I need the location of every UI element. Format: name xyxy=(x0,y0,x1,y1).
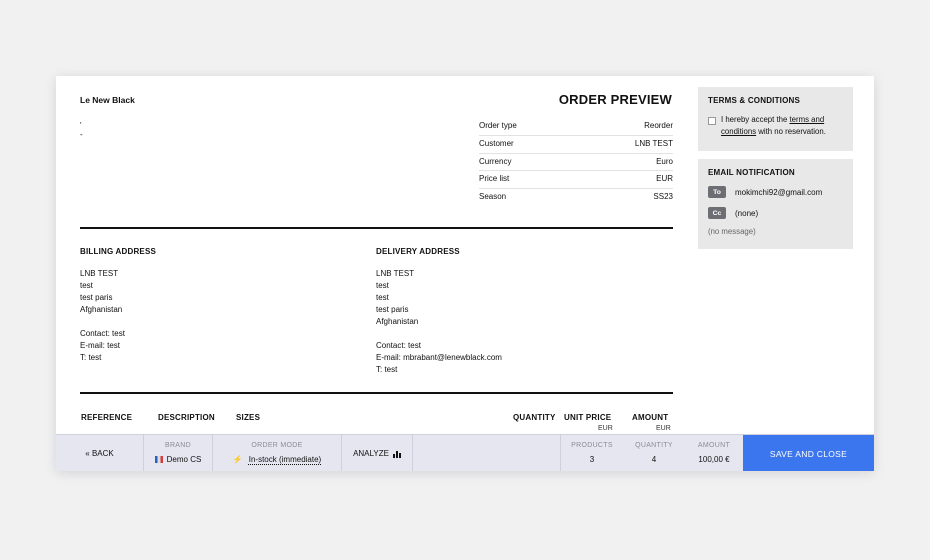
billing-address-heading: BILLING ADDRESS xyxy=(80,247,157,256)
toolbar-spacer xyxy=(413,435,561,471)
email-title: EMAIL NOTIFICATION xyxy=(708,168,795,177)
billing-contact: Contact: test xyxy=(80,329,125,338)
products-value: 3 xyxy=(589,455,595,464)
meta-row-season: Season SS23 xyxy=(479,189,673,206)
delivery-address-heading: DELIVERY ADDRESS xyxy=(376,247,460,256)
email-cc-value: (none) xyxy=(735,208,759,218)
bottom-toolbar: « BACK BRAND Demo CS ORDER MODE ⚡ In-stoc… xyxy=(56,434,874,471)
brand-label: BRAND xyxy=(164,442,191,449)
cc-tag: Cc xyxy=(708,207,726,219)
billing-phone: T: test xyxy=(80,353,102,362)
order-mode-label: ORDER MODE xyxy=(251,442,303,449)
brand-value-wrap: Demo CS xyxy=(144,455,212,464)
checkbox-icon[interactable] xyxy=(708,117,716,125)
meta-value: Euro xyxy=(656,156,673,166)
column-header-amount: AMOUNT xyxy=(632,413,669,422)
meta-row-currency: Currency Euro xyxy=(479,154,673,172)
meta-row-price-list: Price list EUR xyxy=(479,171,673,190)
section-divider xyxy=(80,392,673,394)
column-header-quantity: QUANTITY xyxy=(513,413,556,422)
meta-label: Order type xyxy=(479,121,517,130)
column-header-sizes: SIZES xyxy=(236,413,261,422)
email-message[interactable]: (no message) xyxy=(708,227,756,236)
order-mode-value-wrap: ⚡ In-stock (immediate) xyxy=(213,455,341,464)
meta-value: EUR xyxy=(656,174,673,184)
analyze-label: ANALYZE xyxy=(353,449,389,458)
terms-text: I hereby accept the terms and conditions… xyxy=(721,114,843,137)
billing-line: LNB TEST xyxy=(80,269,119,278)
column-header-reference: REFERENCE xyxy=(81,413,133,422)
billing-line: Afghanistan xyxy=(80,305,123,314)
products-count: PRODUCTS 3 xyxy=(561,435,623,471)
company-address-line: - xyxy=(80,130,83,139)
delivery-line: test xyxy=(376,281,389,290)
lightning-bolt-icon: ⚡ xyxy=(232,455,243,464)
billing-address: BILLING ADDRESS LNB TEST test test paris… xyxy=(80,246,156,364)
terms-acceptance: I hereby accept the terms and conditions… xyxy=(708,114,843,137)
back-button[interactable]: « BACK xyxy=(56,435,144,471)
quantity-value: 4 xyxy=(651,455,657,464)
terms-title: TERMS & CONDITIONS xyxy=(708,96,801,105)
meta-label: Season xyxy=(479,192,507,202)
email-to-value: mokimchi92@gmail.com xyxy=(735,187,823,197)
company-address: ' - xyxy=(80,121,83,139)
delivery-line: test paris xyxy=(376,305,409,314)
billing-email: E-mail: test xyxy=(80,341,121,350)
save-and-close-button[interactable]: SAVE AND CLOSE xyxy=(743,435,874,471)
amount-label: AMOUNT xyxy=(697,442,731,449)
email-cc-row[interactable]: Cc (none) xyxy=(708,207,758,219)
company-address-line: ' xyxy=(80,121,82,130)
order-meta-table: Order type Reorder Customer LNB TEST Cur… xyxy=(479,118,673,206)
column-header-description: DESCRIPTION xyxy=(158,413,215,422)
meta-row-customer: Customer LNB TEST xyxy=(479,136,673,154)
email-to-row[interactable]: To mokimchi92@gmail.com xyxy=(708,186,822,198)
order-document: Le New Black ' - ORDER PREVIEW Order typ… xyxy=(56,76,696,434)
french-flag-icon xyxy=(154,456,163,464)
amount-value: 100,00 € xyxy=(698,455,730,464)
bar-chart-icon xyxy=(392,450,401,458)
terms-panel: TERMS & CONDITIONS I hereby accept the t… xyxy=(698,87,853,151)
delivery-line: LNB TEST xyxy=(376,269,415,278)
products-label: PRODUCTS xyxy=(571,442,613,449)
section-divider xyxy=(80,227,673,229)
delivery-email: E-mail: mbrabant@lenewblack.com xyxy=(376,353,502,362)
brand-value: Demo CS xyxy=(166,455,202,464)
column-header-unit-price: UNIT PRICE xyxy=(564,413,612,422)
delivery-line: test xyxy=(376,293,389,302)
quantity-label: QUANTITY xyxy=(635,442,673,449)
meta-value: SS23 xyxy=(653,192,673,202)
meta-label: Customer xyxy=(479,138,514,148)
delivery-line: Afghanistan xyxy=(376,317,419,326)
analyze-button[interactable]: ANALYZE xyxy=(342,435,413,471)
meta-label: Currency xyxy=(479,156,512,166)
meta-value: LNB TEST xyxy=(634,138,673,148)
meta-label: Price list xyxy=(479,174,510,184)
amount-total: AMOUNT 100,00 € xyxy=(685,435,743,471)
to-tag: To xyxy=(708,186,726,198)
email-notification-panel: EMAIL NOTIFICATION To mokimchi92@gmail.c… xyxy=(698,159,853,249)
delivery-contact: Contact: test xyxy=(376,341,421,350)
delivery-address: DELIVERY ADDRESS LNB TEST test test test… xyxy=(376,246,502,376)
brand-selector[interactable]: BRAND Demo CS xyxy=(144,435,213,471)
unit-price-currency: EUR xyxy=(598,425,613,432)
meta-row-order-type: Order type Reorder xyxy=(479,118,673,136)
amount-currency: EUR xyxy=(656,425,671,432)
brand-name: Le New Black xyxy=(80,95,135,105)
order-mode-value: In-stock (immediate) xyxy=(248,455,322,464)
quantity-total: QUANTITY 4 xyxy=(623,435,685,471)
page-title: ORDER PREVIEW xyxy=(558,92,672,107)
order-mode-selector[interactable]: ORDER MODE ⚡ In-stock (immediate) xyxy=(213,435,342,471)
delivery-phone: T: test xyxy=(376,365,398,374)
terms-text-before: I hereby accept the xyxy=(721,115,790,124)
terms-text-after: with no reservation. xyxy=(756,126,826,136)
order-window: Le New Black ' - ORDER PREVIEW Order typ… xyxy=(56,76,874,471)
meta-value: Reorder xyxy=(644,121,673,130)
billing-line: test xyxy=(80,281,93,290)
billing-line: test paris xyxy=(80,293,113,302)
